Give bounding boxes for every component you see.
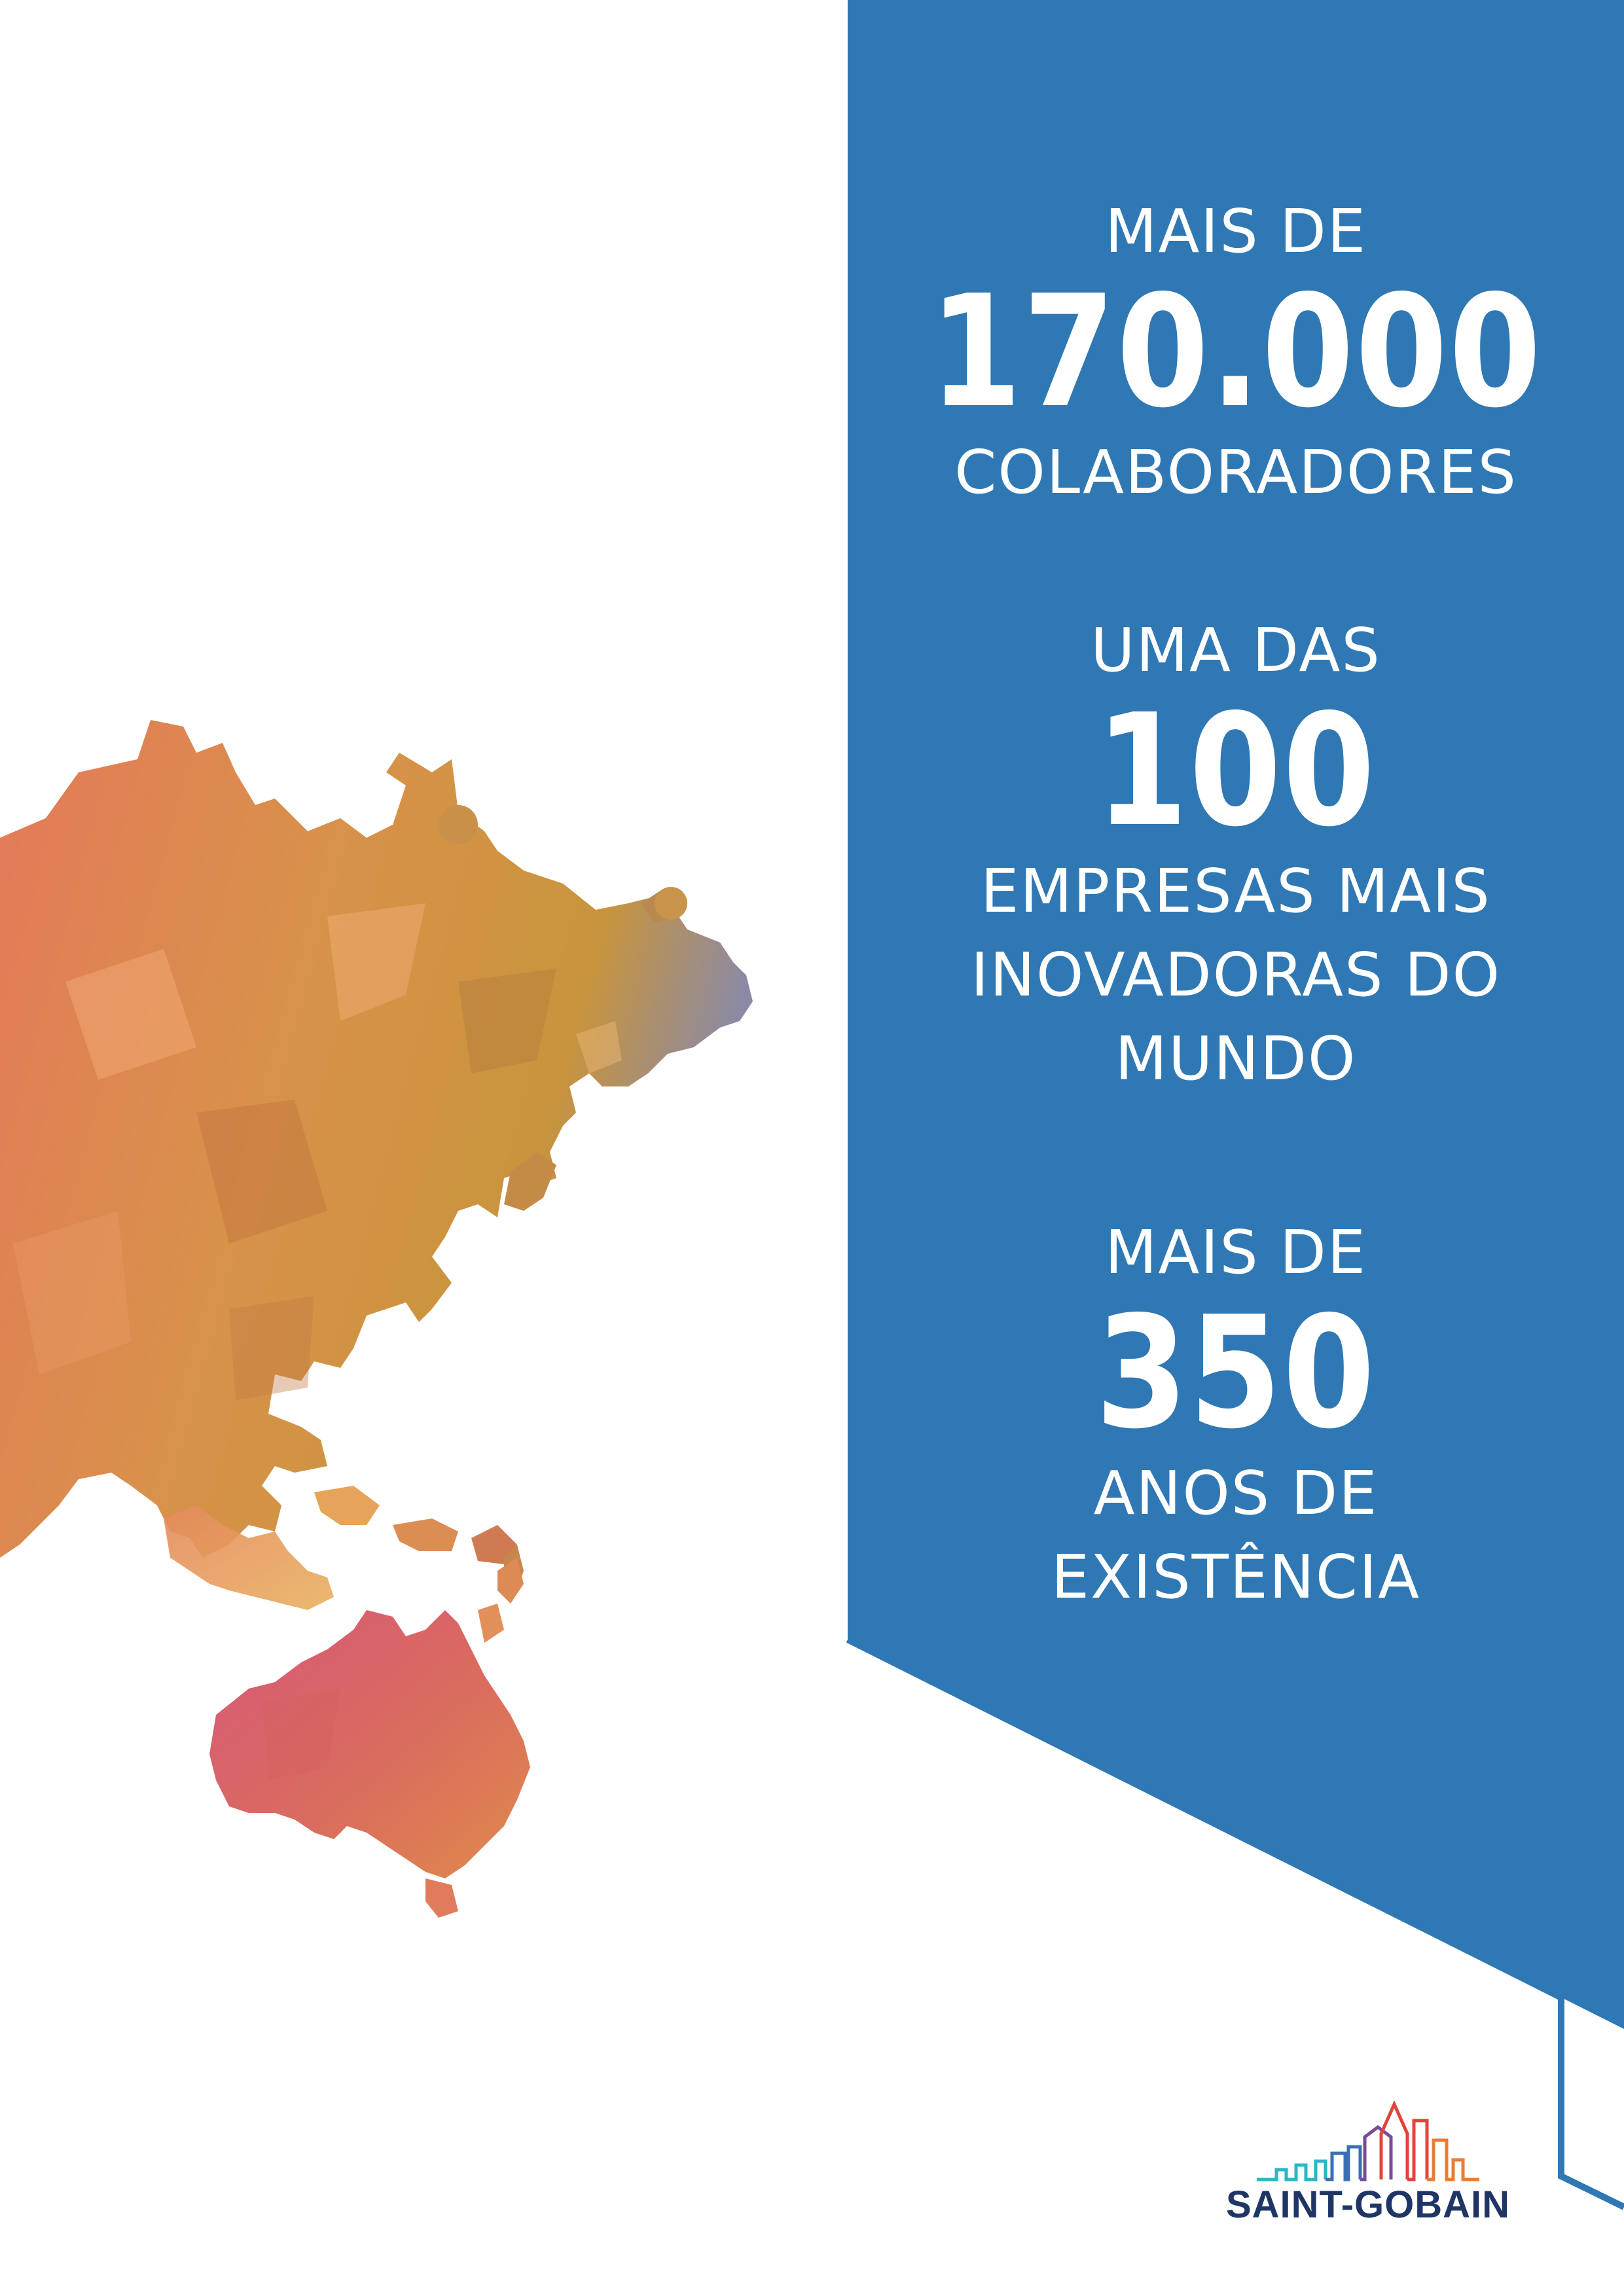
asia-map [0,720,753,1610]
stat-years-label-1: ANOS DE [1093,1458,1379,1528]
stat-employees: MAIS DE 170.000 COLABORADORES [848,190,1624,514]
stat-years-prefix: MAIS DE [1104,1217,1367,1287]
stat-innovative: UMA DAS 100 EMPRESAS MAIS INOVADORAS DO … [848,609,1624,1101]
stat-innovative-label-1: EMPRESAS MAIS [981,856,1491,926]
stat-innovative-label-3: MUNDO [1115,1024,1357,1094]
stat-employees-label: COLABORADORES [954,437,1517,507]
brochure-page: MAIS DE 170.000 COLABORADORES UMA DAS 10… [0,0,1624,2296]
australia-map [209,1558,530,1918]
logo-buildings-icon [1257,2101,1479,2181]
stat-years-number: 350 [1095,1283,1377,1463]
stat-innovative-prefix: UMA DAS [1091,615,1381,685]
logo-wordmark: SAINT-GOBAIN [1225,2183,1511,2226]
stat-employees-number: 170.000 [929,262,1543,442]
stat-years: MAIS DE 350 ANOS DE EXISTÊNCIA [848,1211,1624,1619]
stat-innovative-label-2: INOVADORAS DO [970,940,1502,1010]
stat-years-label-2: EXISTÊNCIA [1051,1542,1421,1612]
saint-gobain-logo: SAINT-GOBAIN [1218,2101,1519,2232]
stat-innovative-number: 100 [1095,681,1377,861]
stat-employees-prefix: MAIS DE [1104,196,1367,266]
